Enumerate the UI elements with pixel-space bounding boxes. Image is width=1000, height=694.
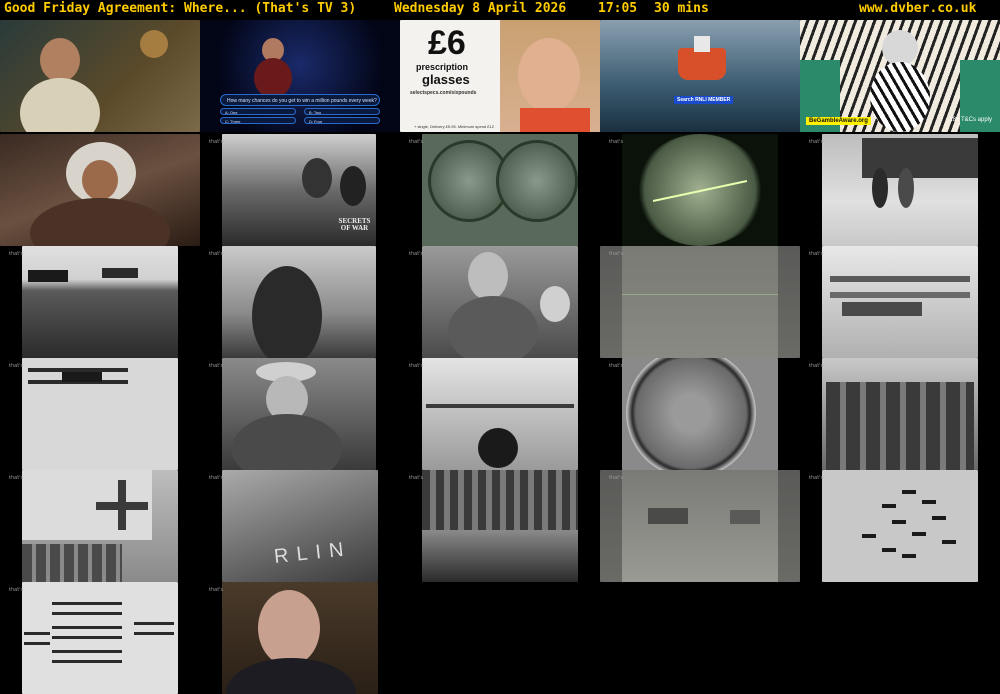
berlin-sign-text: RLIN: [273, 538, 353, 568]
thumbnail-image: [822, 470, 978, 582]
thumb-gun-sight[interactable]: that's: [600, 134, 800, 246]
ad-line2: glasses: [422, 72, 470, 87]
thumbnail-image: How many chances do you get to win a mil…: [200, 20, 400, 132]
thumbnail-image: [622, 358, 778, 470]
broadcast-duration: 30 mins: [654, 1, 709, 16]
rnli-search-button: Search RNLI MEMBER: [674, 96, 734, 104]
ad-line1: prescription: [416, 62, 469, 72]
terms-label: 18+ T&Cs apply: [949, 117, 992, 123]
channel-logo: that's: [409, 363, 424, 369]
thumbnail-image: [22, 358, 178, 470]
channel-logo: that's: [209, 139, 224, 145]
thumbnail-image: Search RNLI MEMBER: [600, 20, 800, 132]
thumb-soldiers-grass[interactable]: SECRETS OF WAR that's: [200, 134, 400, 246]
thumb-plane-flying[interactable]: that's: [0, 358, 200, 470]
thumbnail-image: [0, 20, 200, 132]
programme-title[interactable]: Good Friday Agreement: Where... (That's …: [4, 0, 356, 18]
thumb-train-soldiers[interactable]: that's: [800, 134, 1000, 246]
channel-logo: that's: [609, 363, 624, 369]
thumb-officials[interactable]: that's: [400, 246, 600, 358]
quiz-option-a: A: One: [220, 108, 296, 115]
thumb-biplanes-field[interactable]: that's: [800, 246, 1000, 358]
thumb-group-officers[interactable]: that's: [800, 358, 1000, 470]
channel-logo: that's: [409, 139, 424, 145]
thumb-tanks-field[interactable]: that's: [0, 246, 200, 358]
thumbnail-grid: How many chances do you get to win a mil…: [0, 20, 1000, 694]
thumbnail-image: [222, 246, 376, 358]
ad-fine-print: + single, Delivery £5.95. Minimum spend …: [414, 124, 494, 129]
channel-logo: that's: [209, 251, 224, 257]
thumb-soldier-back[interactable]: that's: [200, 246, 400, 358]
thumbnail-image: [822, 246, 978, 358]
quiz-option-b: B: Two: [304, 108, 380, 115]
gamble-aware-badge: BeGambleAware.org: [806, 117, 871, 125]
thumb-interviewee[interactable]: that's: [200, 582, 400, 694]
thumb-man-hat-fur[interactable]: that's: [200, 358, 400, 470]
channel-logo: that's: [809, 475, 824, 481]
thumbnail-image: [0, 134, 200, 246]
channel-logo: that's: [9, 363, 24, 369]
broadcast-date: Wednesday 8 April 2026: [394, 1, 567, 16]
thumb-rnli-ad[interactable]: Search RNLI MEMBER: [600, 20, 800, 132]
thumbnail-image: [622, 134, 778, 246]
thumbnail-image: £6 prescription glasses selectspecs.com/…: [400, 20, 600, 132]
quiz-question: How many chances do you get to win a mil…: [220, 94, 380, 106]
ad-url: selectspecs.com/sixpounds: [410, 90, 477, 96]
channel-logo: that's: [209, 363, 224, 369]
header-bar: Good Friday Agreement: Where... (That's …: [0, 0, 1000, 18]
broadcast-time: 17:05: [598, 1, 638, 16]
thumbnail-image: BeGambleAware.org 18+ T&Cs apply: [800, 20, 1000, 132]
channel-logo: that's: [9, 251, 24, 257]
quiz-option-c: C: Three: [220, 117, 296, 124]
thumb-cockpit-view[interactable]: that's: [400, 358, 600, 470]
thumbnail-image: [222, 358, 376, 470]
ad-price: £6: [428, 24, 466, 62]
site-link[interactable]: www.dvber.co.uk: [859, 0, 976, 18]
channel-logo: that's: [809, 363, 824, 369]
thumb-wheel-closeup[interactable]: that's: [600, 358, 800, 470]
thumb-plane-cross[interactable]: that's: [0, 470, 200, 582]
thumbnail-image: [222, 582, 378, 694]
thumbnail-image: [822, 134, 978, 246]
thumbnail-image: [422, 246, 578, 358]
thumb-biplane-formation[interactable]: that's: [0, 582, 200, 694]
thumbnail-image: RLIN: [222, 470, 378, 582]
thumbnail-image: [600, 246, 800, 358]
channel-logo: that's: [9, 587, 24, 593]
thumbnail-image: [22, 582, 178, 694]
thumb-porthole-soldiers[interactable]: that's: [400, 134, 600, 246]
thumbnail-image: [422, 358, 578, 470]
thumb-plane-formation[interactable]: that's: [800, 470, 1000, 582]
channel-logo: that's: [409, 251, 424, 257]
channel-logo: that's: [609, 139, 624, 145]
quiz-option-d: D: Four: [304, 117, 380, 124]
thumbnail-image: [22, 246, 178, 358]
thumbnail-image: [422, 134, 578, 246]
thumbnail-image: [22, 470, 178, 582]
channel-logo: that's: [809, 139, 824, 145]
thumb-quiz-show[interactable]: How many chances do you get to win a mil…: [200, 20, 400, 132]
thumb-tanks-fog[interactable]: that's: [600, 470, 800, 582]
thumbnail-image: [422, 470, 578, 582]
secrets-of-war-logo: SECRETS OF WAR: [338, 217, 371, 232]
thumb-man-bar[interactable]: [0, 20, 200, 132]
channel-logo: that's: [609, 251, 624, 257]
channel-logo: that's: [209, 475, 224, 481]
thumb-street-rubble[interactable]: that's: [400, 470, 600, 582]
channel-logo: that's: [9, 475, 24, 481]
thumb-berlin-sign[interactable]: RLIN that's: [200, 470, 400, 582]
channel-logo: that's: [809, 251, 824, 257]
thumbnail-image: [822, 358, 978, 470]
thumb-selectspecs-ad[interactable]: £6 prescription glasses selectspecs.com/…: [400, 20, 600, 132]
thumbnail-image: [600, 470, 800, 582]
thumbnail-image: SECRETS OF WAR: [222, 134, 376, 246]
thumb-boy-hood[interactable]: [0, 134, 200, 246]
thumb-bingo-ad[interactable]: BeGambleAware.org 18+ T&Cs apply: [800, 20, 1000, 132]
channel-logo: that's: [609, 475, 624, 481]
channel-logo: that's: [409, 475, 424, 481]
channel-logo: that's: [209, 587, 224, 593]
thumb-green-lines[interactable]: that's: [600, 246, 800, 358]
